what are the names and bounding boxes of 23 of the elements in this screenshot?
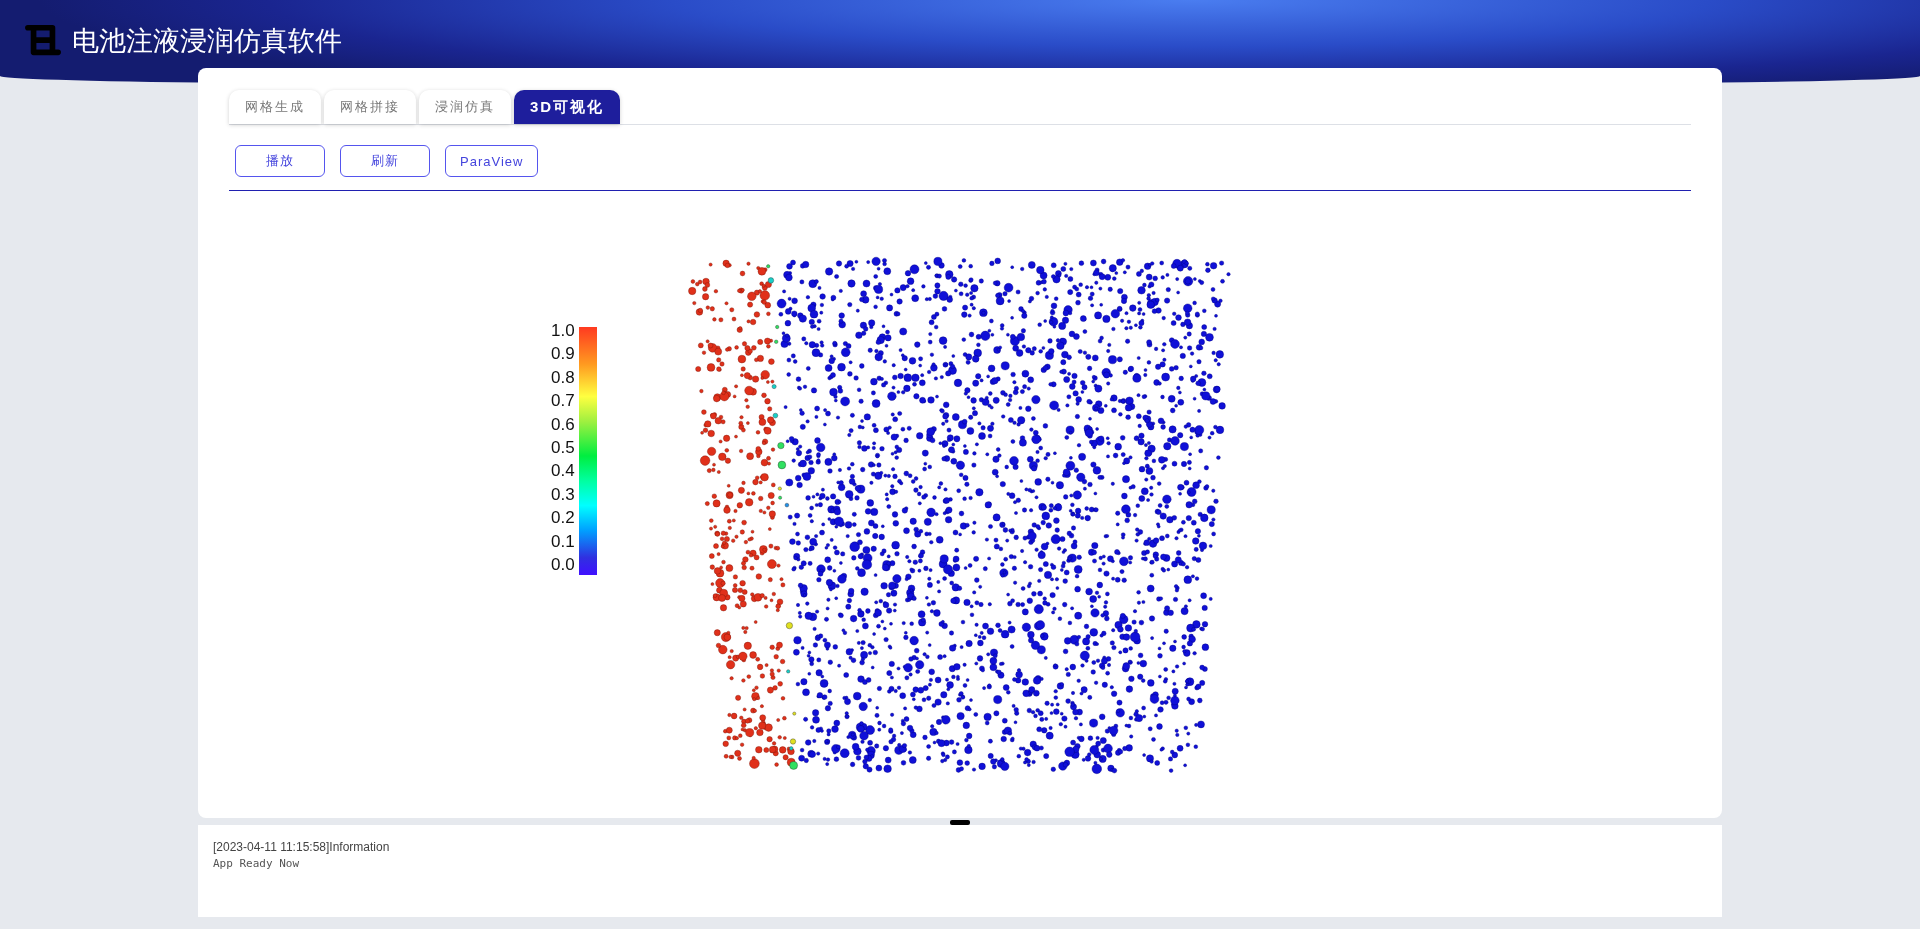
tab[interactable]: 网格生成 <box>229 90 321 124</box>
resize-handle[interactable] <box>950 820 970 825</box>
colorbar-label: 1.0 <box>551 321 575 341</box>
tab[interactable]: 3D可视化 <box>514 90 621 124</box>
tab[interactable]: 浸润仿真 <box>419 90 511 124</box>
tab[interactable]: 网格拼接 <box>324 90 416 124</box>
logo-icon <box>24 24 62 58</box>
colorbar-label: 0.2 <box>551 508 575 529</box>
colorbar-label: 0.5 <box>551 437 575 458</box>
colorbar-label: 0.7 <box>551 391 575 412</box>
log-message: App Ready Now <box>213 856 301 872</box>
colorbar-label: 0.1 <box>551 531 575 552</box>
app-title: 电池注液浸润仿真软件 <box>72 24 342 58</box>
action-button[interactable]: 播放 <box>235 145 325 177</box>
colorbar-label: 0.6 <box>551 414 575 435</box>
colorbar-label: 0.8 <box>551 367 575 388</box>
colorbar-label: 0.9 <box>551 344 575 365</box>
colorbar-label: 0.0 <box>551 554 575 575</box>
log-heading: [2023-04-11 11:15:58]Information <box>213 839 391 855</box>
colorbar-label: 0.3 <box>551 484 575 505</box>
action-button[interactable]: 刷新 <box>340 145 430 177</box>
colorbar-label: 0.4 <box>551 461 575 482</box>
action-button[interactable]: ParaView <box>445 145 539 177</box>
